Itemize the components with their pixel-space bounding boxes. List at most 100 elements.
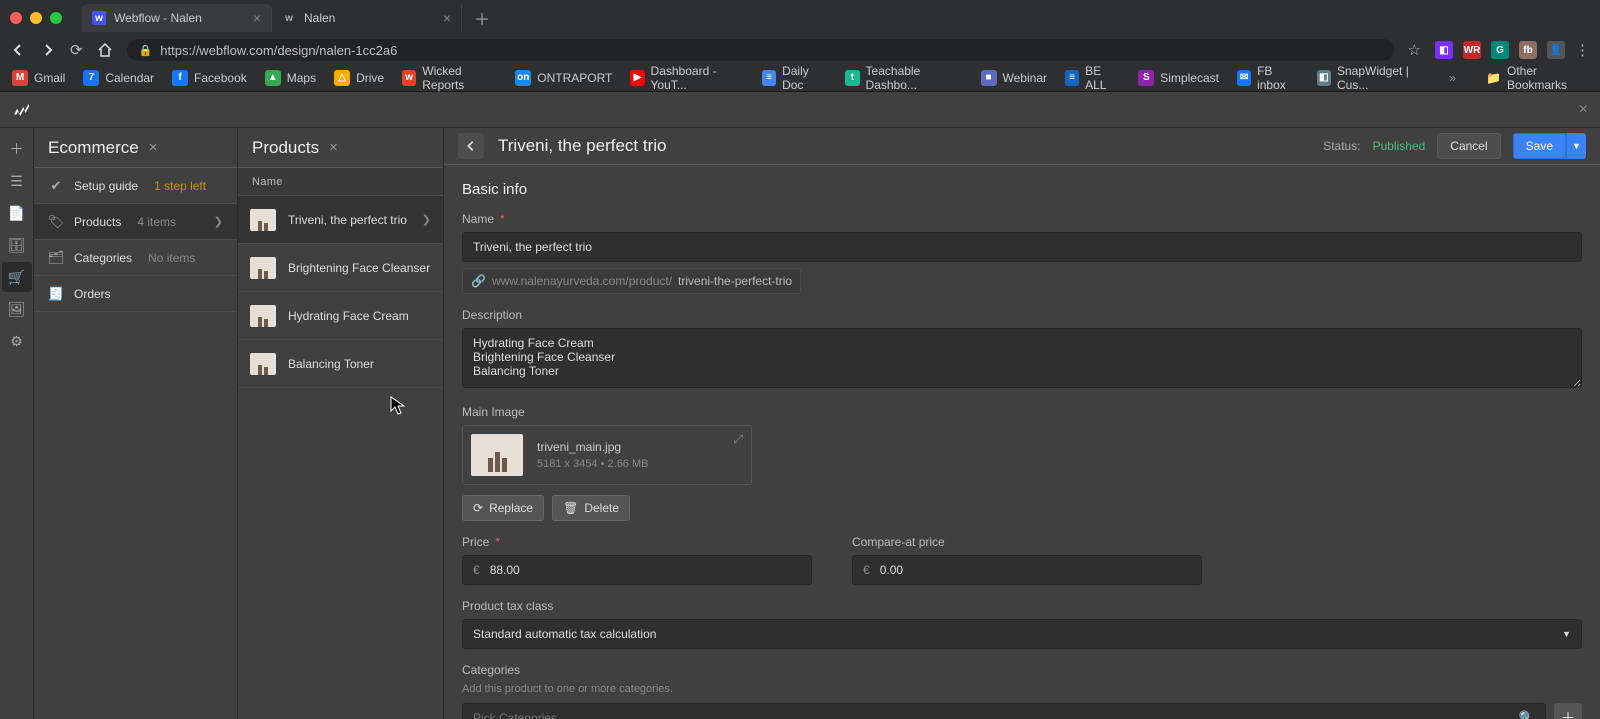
forward-icon[interactable]	[40, 42, 56, 58]
ecommerce-icon[interactable]: 🛒	[2, 262, 32, 292]
slug-display[interactable]: 🔗 www.nalenayurveda.com/product/triveni-…	[462, 268, 801, 294]
back-button[interactable]	[458, 133, 484, 159]
product-row-toner[interactable]: Balancing Toner	[238, 340, 443, 388]
bookmark-icon: w	[402, 70, 416, 86]
bookmark-label: Dashboard - YouT...	[651, 64, 744, 92]
bookmark-calendar[interactable]: 7Calendar	[83, 70, 154, 86]
bookmark-facebook[interactable]: fFacebook	[172, 70, 247, 86]
other-bookmarks[interactable]: 📁Other Bookmarks	[1486, 64, 1588, 92]
products-name-header: Name	[238, 168, 443, 196]
close-panel-icon[interactable]: ×	[1579, 101, 1588, 119]
product-row-triveni[interactable]: Triveni, the perfect trio ❯	[238, 196, 443, 244]
browser-tab-nalen[interactable]: w Nalen ×	[272, 4, 462, 32]
close-window-icon[interactable]	[10, 12, 22, 24]
image-thumb[interactable]	[471, 434, 523, 476]
bookmark-webinar[interactable]: ■Webinar	[981, 70, 1047, 86]
compare-input[interactable]	[880, 556, 1201, 584]
select-value: Standard automatic tax calculation	[473, 627, 656, 641]
cancel-button[interactable]: Cancel	[1437, 133, 1500, 159]
star-icon[interactable]: ☆	[1408, 41, 1421, 59]
save-button[interactable]: Save	[1513, 133, 1566, 159]
avatar-icon[interactable]: 👤	[1547, 41, 1565, 59]
button-label: Delete	[584, 501, 619, 515]
product-row-cream[interactable]: Hydrating Face Cream	[238, 292, 443, 340]
add-category-button[interactable]: ＋	[1554, 703, 1582, 719]
pages-icon[interactable]: 📄	[2, 198, 32, 228]
chevron-right-icon: ❯	[214, 215, 223, 228]
editor-header: Triveni, the perfect trio Status: Publis…	[444, 128, 1600, 165]
product-row-label: Triveni, the perfect trio	[288, 213, 407, 227]
settings-icon[interactable]: ⚙	[2, 326, 32, 356]
categories-input[interactable]: Pick Categories... 🔍	[462, 703, 1546, 719]
close-icon[interactable]: ×	[443, 10, 451, 26]
main-image-label: Main Image	[462, 405, 1582, 419]
home-icon[interactable]	[97, 42, 113, 58]
close-icon[interactable]: ×	[149, 139, 158, 156]
menu-icon[interactable]: ⋮	[1575, 41, 1590, 59]
bookmark-gmail[interactable]: MGmail	[12, 70, 65, 86]
bookmark-snapwidget[interactable]: ◧SnapWidget | Cus...	[1317, 64, 1432, 92]
bookmark-ontraport[interactable]: onONTRAPORT	[515, 70, 612, 86]
tag-icon: 🏷	[48, 214, 64, 230]
description-input[interactable]	[462, 328, 1582, 388]
sidebar-item-categories[interactable]: 🗂 Categories No items	[34, 240, 237, 276]
save-dropdown-button[interactable]: ▼	[1566, 133, 1586, 159]
description-label: Description	[462, 308, 1582, 322]
bookmark-fbinbox[interactable]: ✉FB inbox	[1237, 64, 1299, 92]
back-icon[interactable]	[10, 42, 26, 58]
minimize-window-icon[interactable]	[30, 12, 42, 24]
maximize-window-icon[interactable]	[50, 12, 62, 24]
sidebar-item-setup-guide[interactable]: ✔ Setup guide 1 step left	[34, 168, 237, 204]
cms-icon[interactable]: 🗄	[2, 230, 32, 260]
extension-icon[interactable]: WR	[1463, 41, 1481, 59]
reload-icon[interactable]: ⟳	[70, 41, 83, 59]
products-panel: Products × Name Triveni, the perfect tri…	[238, 128, 444, 719]
replace-button[interactable]: ⟳Replace	[462, 495, 544, 521]
price-input[interactable]	[490, 556, 811, 584]
bookmark-yt[interactable]: ▶Dashboard - YouT...	[630, 64, 744, 92]
bookmark-label: Maps	[287, 71, 316, 85]
bookmark-icon: ◧	[1317, 70, 1331, 86]
ecommerce-panel: Ecommerce × ✔ Setup guide 1 step left 🏷 …	[34, 128, 238, 719]
product-row-cleanser[interactable]: Brightening Face Cleanser	[238, 244, 443, 292]
delete-button[interactable]: 🗑Delete	[552, 495, 630, 521]
bookmark-maps[interactable]: ▲Maps	[265, 70, 316, 86]
new-tab-button[interactable]: ＋	[462, 6, 502, 30]
bookmark-drive[interactable]: △Drive	[334, 70, 384, 86]
address-bar[interactable]: 🔒 https://webflow.com/design/nalen-1cc2a…	[127, 39, 1394, 61]
extension-icon[interactable]: fb	[1519, 41, 1537, 59]
expand-icon[interactable]: ⤢	[733, 432, 743, 447]
sidebar-item-orders[interactable]: 🧾 Orders	[34, 276, 237, 312]
placeholder-text: Pick Categories...	[473, 711, 567, 719]
close-icon[interactable]: ×	[329, 139, 338, 156]
price-input-wrap: €	[462, 555, 812, 585]
currency-symbol: €	[853, 563, 880, 577]
navigator-icon[interactable]: ☰	[2, 166, 32, 196]
sidebar-item-meta: 4 items	[137, 215, 176, 229]
product-thumb-icon	[250, 209, 276, 231]
browser-tab-webflow[interactable]: w Webflow - Nalen ×	[82, 4, 272, 32]
extension-icon[interactable]: G	[1491, 41, 1509, 59]
tax-label: Product tax class	[462, 599, 1582, 613]
panel-title: Products	[252, 138, 319, 158]
products-panel-header: Products ×	[238, 128, 443, 168]
name-input[interactable]	[462, 232, 1582, 262]
bookmark-teachable[interactable]: tTeachable Dashbo...	[845, 64, 962, 92]
bookmark-simplecast[interactable]: SSimplecast	[1138, 70, 1219, 86]
add-element-icon[interactable]: ＋	[2, 134, 32, 164]
assets-icon[interactable]: 🖼	[2, 294, 32, 324]
button-label: Save	[1526, 139, 1553, 153]
image-filename: triveni_main.jpg	[537, 440, 648, 454]
currency-symbol: €	[463, 563, 490, 577]
close-icon[interactable]: ×	[253, 10, 261, 26]
bookmark-dailydoc[interactable]: ≡Daily Doc	[762, 64, 827, 92]
bookmark-wicked[interactable]: wWicked Reports	[402, 64, 497, 92]
tax-select[interactable]: Standard automatic tax calculation ▼	[462, 619, 1582, 649]
sidebar-item-products[interactable]: 🏷 Products 4 items ❯	[34, 204, 237, 240]
webflow-logo-icon[interactable]	[12, 101, 30, 119]
check-icon: ✔	[48, 178, 64, 194]
extension-icon[interactable]: ◧	[1435, 41, 1453, 59]
compare-input-wrap: €	[852, 555, 1202, 585]
bookmarks-overflow-icon[interactable]: »	[1449, 71, 1456, 85]
bookmark-beall[interactable]: ≡BE ALL	[1065, 64, 1120, 92]
